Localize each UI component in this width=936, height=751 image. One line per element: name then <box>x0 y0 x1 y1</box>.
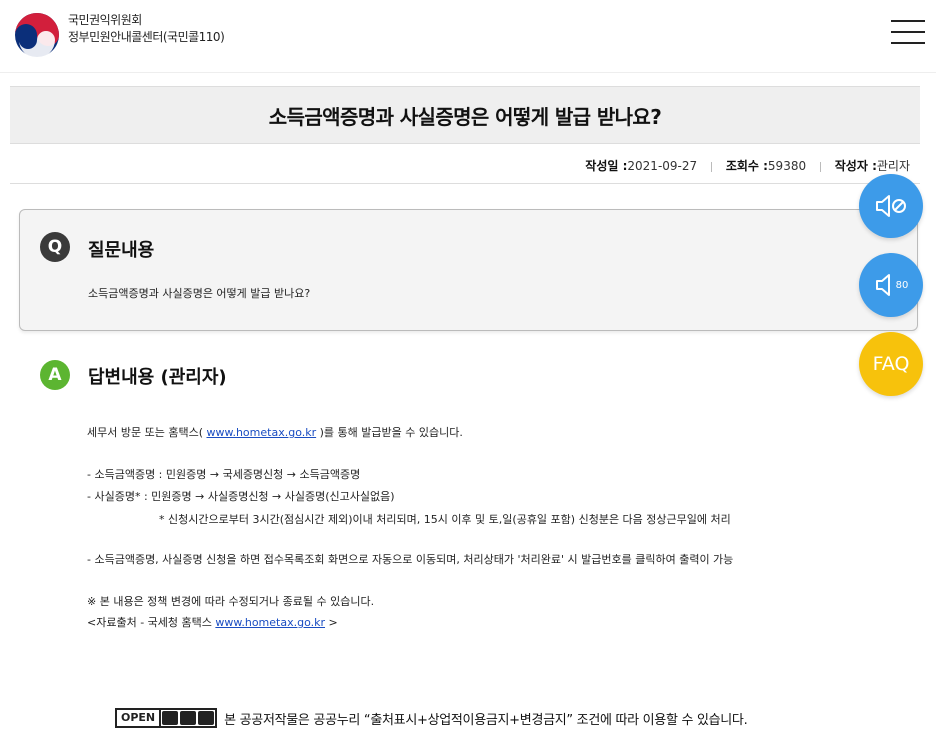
answer-badge: A <box>40 360 70 390</box>
no-derivatives-icon <box>198 711 215 725</box>
hometax-link[interactable]: www.hometax.go.kr <box>206 426 316 439</box>
volume-button[interactable]: 80 <box>859 253 923 317</box>
mute-button[interactable] <box>859 174 923 238</box>
answer-line-6: ※ 본 내용은 정책 변경에 따라 수정되거나 종료될 수 있습니다. <box>87 595 375 608</box>
answer-text: 세무서 방문 또는 홈택스( <box>87 426 207 439</box>
author-label: 작성자 : <box>834 159 877 173</box>
article-title: 소득금액증명과 사실증명은 어떻게 발급 받나요? <box>268 104 662 129</box>
noncommercial-icon <box>180 711 197 725</box>
views-value: 59380 <box>767 159 807 173</box>
kogl-license-icon[interactable]: OPEN <box>115 708 218 728</box>
question-text: 소득금액증명과 사실증명은 어떻게 발급 받나요? <box>88 287 311 300</box>
license-footer: OPEN 본 공공저작물은 공공누리 “출처표시+상업적이용금지+변경금지” 조… <box>115 708 748 728</box>
org-name-line1: 국민권익위원회 <box>68 13 142 27</box>
views-label: 조회수 : <box>725 159 768 173</box>
kogl-open-label: OPEN <box>117 710 162 726</box>
article-title-bar: 소득금액증명과 사실증명은 어떻게 발급 받나요? <box>10 86 920 144</box>
answer-text: <자료출처 - 국세청 홈택스 <box>87 616 216 629</box>
answer-text: > <box>325 616 338 629</box>
question-badge: Q <box>40 232 70 262</box>
meta-divider-line <box>10 183 920 184</box>
answer-text: )를 통해 발급받을 수 있습니다. <box>316 426 463 439</box>
answer-line-7: <자료출처 - 국세청 홈택스 www.hometax.go.kr > <box>87 614 338 630</box>
question-box: Q 질문내용 소득금액증명과 사실증명은 어떻게 발급 받나요? <box>19 209 918 331</box>
faq-button[interactable]: FAQ <box>859 332 923 396</box>
meta-divider <box>819 161 821 172</box>
article-meta: 작성일 :2021-09-27 조회수 :59380 작성자 :관리자 <box>585 157 910 174</box>
attribution-icon <box>162 711 179 725</box>
author-value: 관리자 <box>876 159 910 173</box>
hamburger-menu-icon[interactable] <box>891 20 925 44</box>
answer-line-5: - 소득금액증명, 사실증명 신청을 하면 접수목록조회 화면으로 자동으로 이… <box>87 553 734 566</box>
answer-line-2: - 소득금액증명 : 민원증명 → 국세증명신청 → 소득금액증명 <box>87 468 361 481</box>
answer-line-4: * 신청시간으로부터 3시간(점심시간 제외)이내 처리되며, 15시 이후 및… <box>159 513 731 526</box>
site-header: 국민권익위원회 정부민원안내콜센터(국민콜110) <box>0 0 936 73</box>
speaker-icon <box>875 274 890 296</box>
answer-title: 답변내용 (관리자) <box>88 367 227 388</box>
meta-divider <box>710 161 712 172</box>
volume-value: 80 <box>895 279 909 291</box>
hometax-source-link[interactable]: www.hometax.go.kr <box>215 616 325 629</box>
taegeuk-logo-icon[interactable] <box>14 12 60 58</box>
date-value: 2021-09-27 <box>627 159 698 173</box>
speaker-mute-icon <box>876 195 906 217</box>
org-name-line2: 정부민원안내콜센터(국민콜110) <box>68 30 225 44</box>
organization-name[interactable]: 국민권익위원회 정부민원안내콜센터(국민콜110) <box>68 12 225 46</box>
license-text: 본 공공저작물은 공공누리 “출처표시+상업적이용금지+변경금지” 조건에 따라… <box>224 712 748 728</box>
answer-line-1: 세무서 방문 또는 홈택스( www.hometax.go.kr )를 통해 발… <box>87 424 463 440</box>
date-label: 작성일 : <box>585 159 628 173</box>
answer-line-3: - 사실증명* : 민원증명 → 사실증명신청 → 사실증명(신고사실없음) <box>87 490 395 503</box>
question-title: 질문내용 <box>88 240 155 261</box>
